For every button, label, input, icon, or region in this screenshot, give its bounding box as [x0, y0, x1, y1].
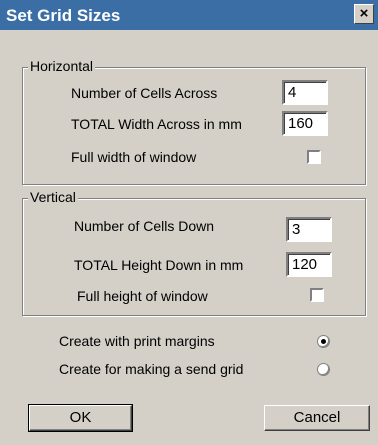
window-title: Set Grid Sizes	[6, 6, 121, 25]
set-grid-sizes-dialog: Set Grid Sizes × Horizontal Number of Ce…	[0, 0, 378, 445]
full-height-label: Full height of window	[77, 288, 208, 304]
total-width-input[interactable]	[282, 111, 328, 136]
cells-down-label: Number of Cells Down	[74, 218, 215, 234]
print-margins-radio[interactable]	[317, 335, 330, 348]
send-grid-radio[interactable]	[317, 363, 330, 376]
close-icon: ×	[359, 5, 369, 22]
full-height-checkbox[interactable]	[310, 288, 324, 302]
ok-button[interactable]: OK	[28, 404, 133, 432]
full-width-label: Full width of window	[71, 149, 197, 165]
cells-across-input[interactable]	[282, 80, 328, 105]
print-margins-label: Create with print margins	[59, 333, 215, 349]
vertical-legend: Vertical	[28, 189, 78, 205]
cells-down-input[interactable]	[286, 217, 332, 242]
total-height-input[interactable]	[286, 252, 332, 277]
cells-across-label: Number of Cells Across	[71, 85, 218, 101]
send-grid-label: Create for making a send grid	[59, 361, 244, 377]
horizontal-legend: Horizontal	[28, 58, 96, 74]
close-button[interactable]: ×	[354, 4, 374, 24]
total-height-label: TOTAL Height Down in mm	[74, 257, 244, 273]
full-width-checkbox[interactable]	[307, 150, 321, 164]
title-bar[interactable]: Set Grid Sizes ×	[0, 0, 378, 30]
cancel-button[interactable]: Cancel	[264, 405, 370, 431]
total-width-label: TOTAL Width Across in mm	[71, 116, 242, 132]
